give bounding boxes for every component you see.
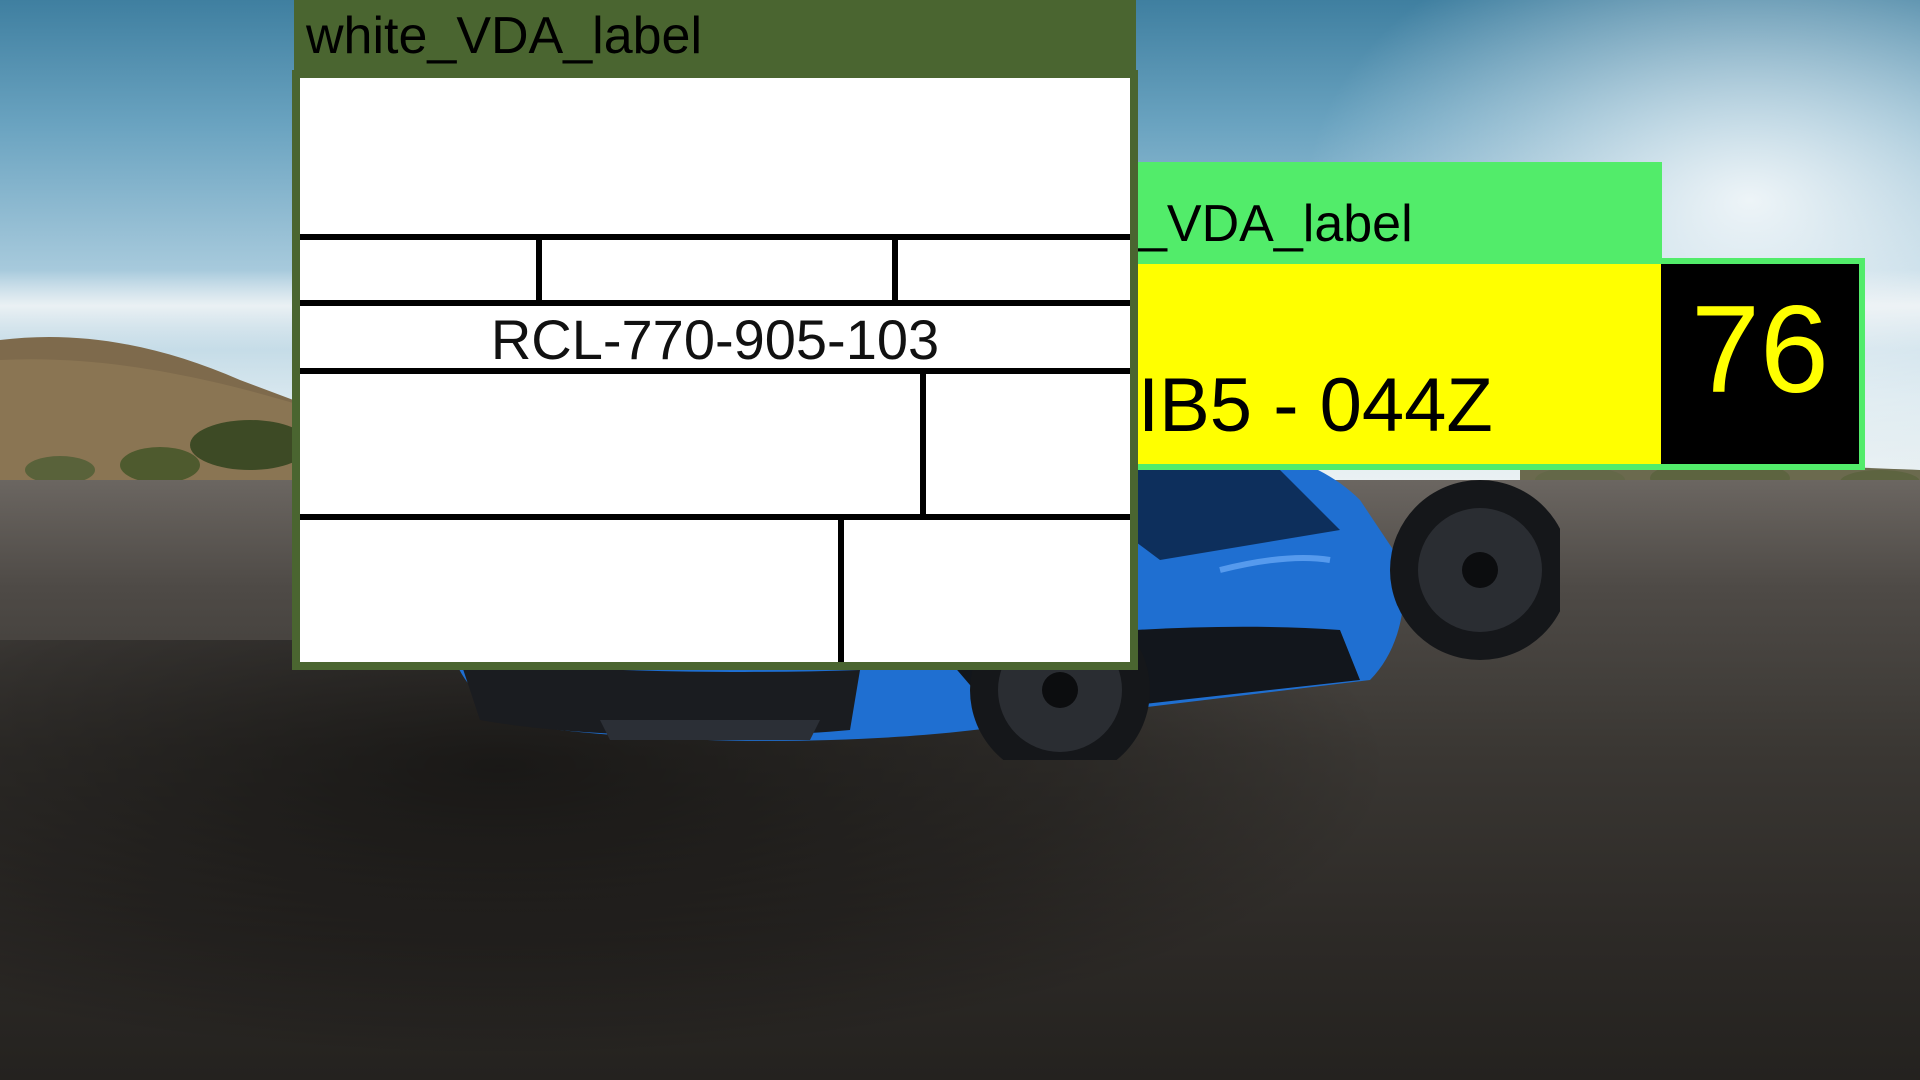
vda-grid-line [300,514,1130,520]
vda-grid-line [838,514,844,662]
plate-number-box: 76 [1661,264,1859,464]
annotation-box-vda[interactable]: RCL-770-905-103 [292,70,1138,670]
vda-grid-line [536,234,542,300]
vda-grid-line [892,234,898,300]
vda-grid-line [300,300,1130,306]
annotation-box-plate[interactable]: IB5 - 044Z 76 [1138,258,1865,470]
vda-grid-line [920,368,926,514]
vda-grid-line [300,234,1130,240]
plate-text: IB5 - 044Z [1138,363,1493,448]
plate-number: 76 [1691,281,1829,419]
vda-part-number: RCL-770-905-103 [490,308,940,371]
annotation-label-vda: white_VDA_label [294,0,1136,72]
scene: _VDA_label IB5 - 044Z 76 white_VDA_label… [0,0,1920,1080]
annotation-label-plate: _VDA_label [1138,162,1662,264]
